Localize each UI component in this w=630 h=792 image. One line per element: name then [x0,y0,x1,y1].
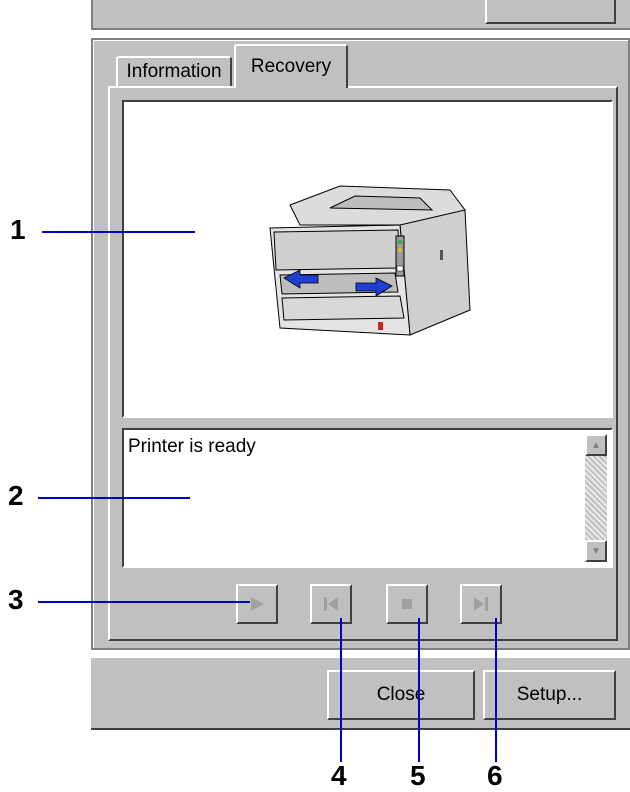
callout-4: 4 [331,760,347,791]
callout-6: 6 [487,760,503,791]
callout-lines [38,231,497,762]
callout-3: 3 [8,584,24,615]
tab-recovery-label: Recovery [250,56,332,77]
callout-5: 5 [410,760,426,791]
tab-recovery[interactable]: Recovery [234,44,348,88]
callout-2: 2 [8,480,24,511]
callout-1: 1 [10,214,26,245]
